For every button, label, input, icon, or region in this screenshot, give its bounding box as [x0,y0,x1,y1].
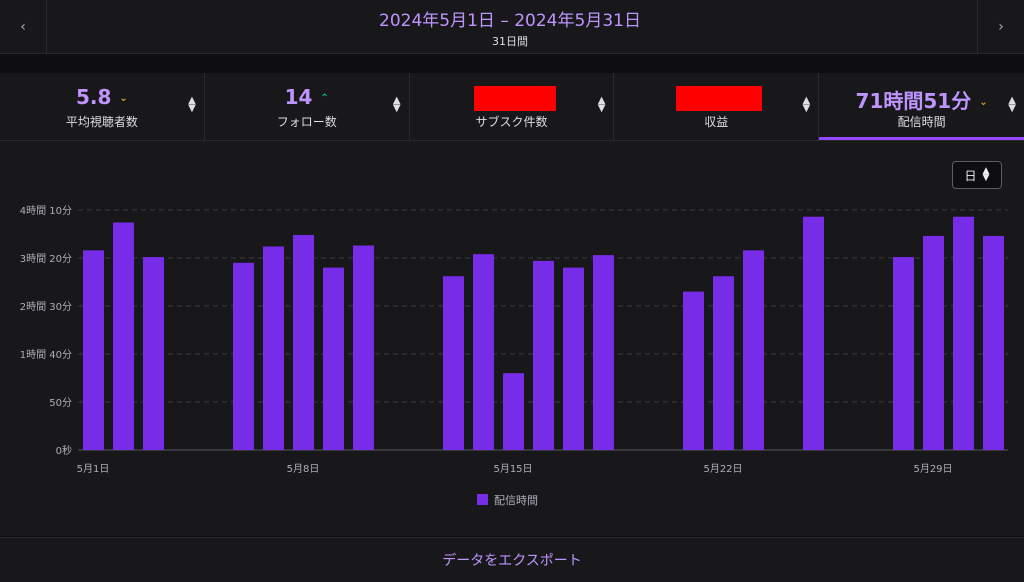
bar [713,276,734,450]
bar [113,222,134,450]
bar [503,373,524,450]
period-select[interactable]: 日 ▲ ▼ [952,161,1002,189]
period-select-value: 日 [964,168,977,183]
legend-swatch [477,494,488,505]
y-tick-label: 0秒 [56,444,72,457]
bar [563,267,584,450]
y-tick-label: 50分 [49,397,72,409]
export-label: データをエクスポート [442,553,582,569]
x-tick-label: 5月8日 [287,463,320,475]
bar [743,250,764,450]
updown-icon: ▲ ▼ [982,166,990,183]
bar [983,235,1004,450]
bar [143,257,164,450]
bar [593,255,614,450]
bar [443,276,464,450]
bar [683,291,704,450]
bar [353,245,374,450]
y-tick-label: 4時間 10分 [20,205,72,217]
x-tick-label: 5月1日 [77,463,110,475]
bar [533,260,554,450]
bar [233,262,254,450]
x-tick-label: 5月15日 [493,463,532,475]
y-tick-label: 3時間 20分 [20,253,72,265]
y-tick-label: 2時間 30分 [20,301,72,313]
x-tick-label: 5月22日 [703,463,742,475]
legend-label: 配信時間 [494,494,538,507]
bar [83,250,104,450]
bar [293,234,314,450]
bar [953,216,974,450]
bar [263,246,284,450]
bar [893,257,914,450]
x-tick-label: 5月29日 [913,463,952,475]
bar [803,216,824,450]
bar [473,254,494,450]
bar [323,267,344,450]
y-tick-label: 1時間 40分 [20,349,72,361]
bar [923,235,944,450]
export-button[interactable]: データをエクスポート [0,537,1024,582]
stream-time-chart: 0秒 50分 1時間 40分 2時間 30分 3時間 20分 4時間 10分 5月1日 5月8… [20,205,1008,507]
